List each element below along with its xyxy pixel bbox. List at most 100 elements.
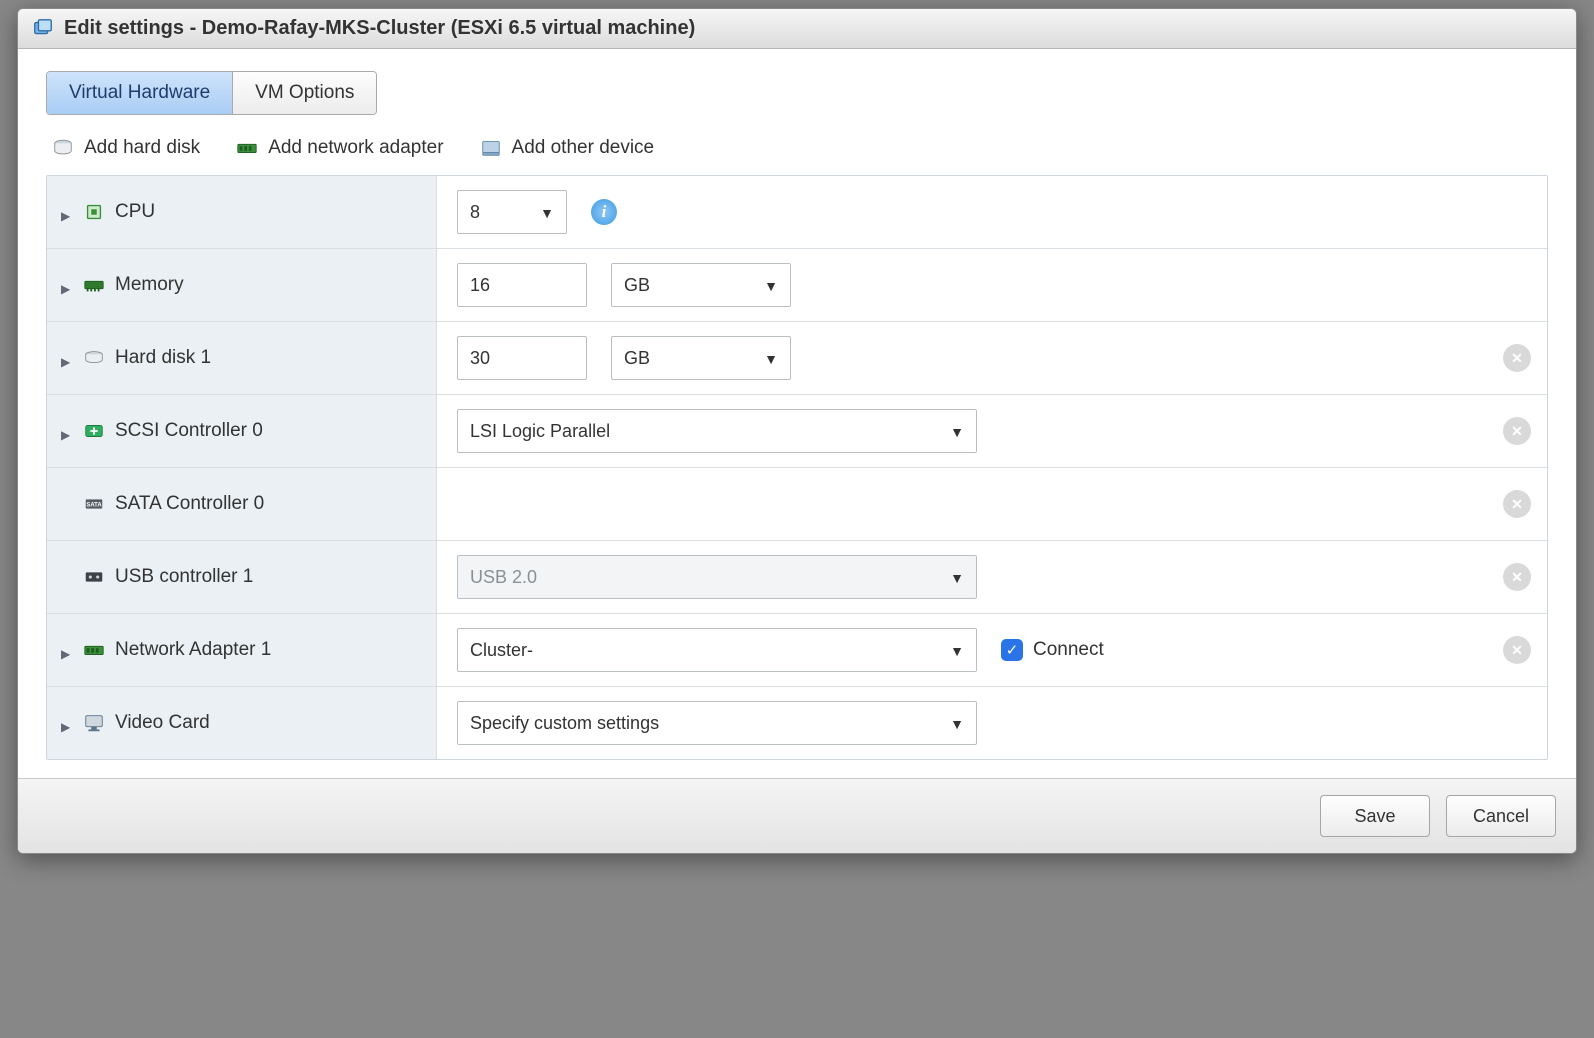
remove-network-button[interactable]	[1503, 636, 1531, 664]
checkbox-checked-icon	[1001, 639, 1023, 661]
value-video-card: Specify custom settings	[437, 687, 1487, 759]
usb-icon	[83, 566, 105, 588]
usb-type-select: USB 2.0	[457, 555, 977, 599]
cpu-count-value: 8	[470, 202, 480, 223]
add-other-device-label: Add other device	[512, 137, 655, 159]
hard-disk-label-text: Hard disk 1	[115, 347, 211, 369]
remove-scsi-button[interactable]	[1503, 417, 1531, 445]
sata-icon: SATA	[83, 493, 105, 515]
action-usb-controller-1	[1487, 563, 1547, 591]
scsi-type-select[interactable]: LSI Logic Parallel	[457, 409, 977, 453]
memory-unit-select[interactable]: GB	[611, 263, 791, 307]
toolbar: Add hard disk Add network adapter Add ot…	[46, 133, 1548, 175]
usb-type-value: USB 2.0	[470, 567, 537, 588]
memory-icon	[83, 274, 105, 296]
row-sata-controller-0: SATA SATA Controller 0	[47, 468, 1547, 541]
action-hard-disk-1	[1487, 344, 1547, 372]
row-hard-disk-1: Hard disk 1 30 GB	[47, 322, 1547, 395]
expand-network-icon[interactable]	[61, 644, 73, 656]
add-network-adapter-label: Add network adapter	[268, 137, 443, 159]
expand-cpu-icon[interactable]	[61, 206, 73, 218]
memory-size-input[interactable]: 16	[457, 263, 587, 307]
label-usb-controller-1[interactable]: USB controller 1	[47, 541, 437, 613]
action-sata-controller-0	[1487, 490, 1547, 518]
row-video-card: Video Card Specify custom settings	[47, 687, 1547, 759]
expand-video-icon[interactable]	[61, 717, 73, 729]
dialog-body: Virtual Hardware VM Options Add hard dis…	[18, 49, 1576, 778]
edit-settings-dialog: Edit settings - Demo-Rafay-MKS-Cluster (…	[17, 8, 1577, 854]
row-scsi-controller-0: SCSI Controller 0 LSI Logic Parallel	[47, 395, 1547, 468]
titlebar: Edit settings - Demo-Rafay-MKS-Cluster (…	[18, 9, 1576, 49]
label-hard-disk-1[interactable]: Hard disk 1	[47, 322, 437, 394]
hardware-grid: CPU 8 Memory	[46, 175, 1548, 760]
add-other-device-button[interactable]: Add other device	[480, 137, 655, 159]
action-network-adapter-1	[1487, 636, 1547, 664]
chevron-down-icon	[950, 421, 964, 442]
tab-vm-options[interactable]: VM Options	[233, 72, 376, 114]
hard-disk-icon	[52, 137, 74, 159]
save-button[interactable]: Save	[1320, 795, 1430, 837]
label-video-card[interactable]: Video Card	[47, 687, 437, 759]
network-connect-checkbox[interactable]: Connect	[1001, 639, 1104, 661]
video-settings-value: Specify custom settings	[470, 713, 659, 734]
video-label-text: Video Card	[115, 712, 210, 734]
expand-scsi-icon[interactable]	[61, 425, 73, 437]
add-hard-disk-label: Add hard disk	[84, 137, 200, 159]
row-memory: Memory 16 GB	[47, 249, 1547, 322]
remove-usb-button[interactable]	[1503, 563, 1531, 591]
cancel-button[interactable]: Cancel	[1446, 795, 1556, 837]
label-memory[interactable]: Memory	[47, 249, 437, 321]
cpu-icon	[83, 201, 105, 223]
usb-label-text: USB controller 1	[115, 566, 253, 588]
add-network-adapter-button[interactable]: Add network adapter	[236, 137, 443, 159]
dialog-footer: Save Cancel	[18, 778, 1576, 853]
expand-memory-icon[interactable]	[61, 279, 73, 291]
dialog-title: Edit settings - Demo-Rafay-MKS-Cluster (…	[64, 17, 695, 40]
value-network-adapter-1: Cluster- Connect	[437, 614, 1487, 686]
cpu-label-text: CPU	[115, 201, 155, 223]
memory-size-value: 16	[470, 275, 490, 296]
action-scsi-controller-0	[1487, 417, 1547, 445]
vm-icon	[32, 18, 54, 40]
label-cpu[interactable]: CPU	[47, 176, 437, 248]
network-adapter-icon	[236, 137, 258, 159]
video-card-icon	[83, 712, 105, 734]
video-settings-select[interactable]: Specify custom settings	[457, 701, 977, 745]
hard-disk-size-value: 30	[470, 348, 490, 369]
tab-virtual-hardware[interactable]: Virtual Hardware	[47, 72, 233, 114]
scsi-type-value: LSI Logic Parallel	[470, 421, 610, 442]
network-connect-label: Connect	[1033, 639, 1104, 661]
cpu-count-select[interactable]: 8	[457, 190, 567, 234]
memory-label-text: Memory	[115, 274, 184, 296]
network-label-text: Network Adapter 1	[115, 639, 271, 661]
label-network-adapter-1[interactable]: Network Adapter 1	[47, 614, 437, 686]
info-icon[interactable]	[591, 199, 617, 225]
add-hard-disk-button[interactable]: Add hard disk	[52, 137, 200, 159]
chevron-down-icon	[540, 202, 554, 223]
sata-label-text: SATA Controller 0	[115, 493, 264, 515]
svg-text:SATA: SATA	[86, 502, 102, 508]
value-memory: 16 GB	[437, 249, 1487, 321]
memory-unit-value: GB	[624, 275, 650, 296]
label-sata-controller-0[interactable]: SATA SATA Controller 0	[47, 468, 437, 540]
expand-hard-disk-icon[interactable]	[61, 352, 73, 364]
chevron-down-icon	[764, 275, 778, 296]
chevron-down-icon	[950, 567, 964, 588]
value-usb-controller-1: USB 2.0	[437, 541, 1487, 613]
label-scsi-controller-0[interactable]: SCSI Controller 0	[47, 395, 437, 467]
chevron-down-icon	[950, 713, 964, 734]
chevron-down-icon	[764, 348, 778, 369]
value-sata-controller-0	[437, 468, 1487, 540]
remove-hard-disk-button[interactable]	[1503, 344, 1531, 372]
hard-disk-unit-value: GB	[624, 348, 650, 369]
hard-disk-unit-select[interactable]: GB	[611, 336, 791, 380]
device-icon	[480, 137, 502, 159]
remove-sata-button[interactable]	[1503, 490, 1531, 518]
network-select[interactable]: Cluster-	[457, 628, 977, 672]
tabs: Virtual Hardware VM Options	[46, 71, 377, 115]
scsi-icon	[83, 420, 105, 442]
value-hard-disk-1: 30 GB	[437, 322, 1487, 394]
network-value: Cluster-	[470, 640, 533, 661]
hard-disk-size-input[interactable]: 30	[457, 336, 587, 380]
chevron-down-icon	[950, 640, 964, 661]
